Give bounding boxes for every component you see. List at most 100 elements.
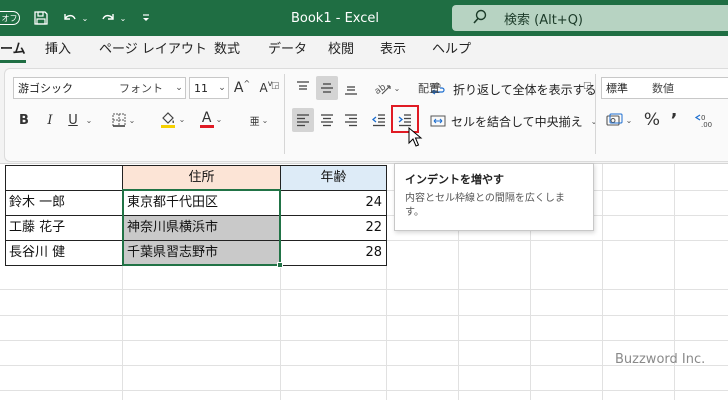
table-border: [5, 165, 387, 166]
header-age[interactable]: 年齢: [281, 165, 386, 190]
table-border: [5, 165, 6, 266]
tab-view[interactable]: 表示: [380, 36, 406, 66]
fill-color-button[interactable]: ⌄: [155, 107, 189, 131]
table-cell[interactable]: 神奈川県横浜市: [123, 215, 280, 240]
autosave-toggle[interactable]: オフ: [0, 0, 20, 36]
middle-align-icon: [321, 83, 333, 93]
underline-button[interactable]: U: [64, 108, 82, 132]
document-title: Book1 - Excel: [290, 10, 380, 26]
grow-font-icon: A: [233, 80, 244, 96]
search-placeholder: 検索 (Alt+Q): [504, 12, 584, 28]
table-border: [386, 165, 387, 266]
chevron-down-icon: ⌄: [218, 83, 226, 93]
orientation-button[interactable]: ab ⌄: [372, 76, 402, 100]
tooltip: インデントを増やす 内容とセル枠線との間隔を広くします。: [394, 163, 594, 231]
chevron-down-icon: ⌄: [175, 83, 183, 93]
align-left-button[interactable]: [292, 108, 314, 132]
font-group-label: フォント: [119, 82, 163, 95]
table-border: [122, 165, 123, 266]
tab-insert[interactable]: 挿入: [45, 36, 71, 66]
undo-dropdown-arrow[interactable]: ⌄: [80, 0, 90, 36]
grow-font-button[interactable]: A ^: [232, 76, 252, 100]
table-cell[interactable]: 千葉県習志野市: [123, 240, 280, 265]
fill-handle[interactable]: [277, 262, 283, 268]
tab-formulas[interactable]: 数式: [214, 36, 240, 66]
bottom-align-button[interactable]: [340, 76, 362, 100]
merge-cells-icon: [430, 113, 446, 129]
align-right-icon: [345, 114, 357, 127]
customize-icon: [143, 14, 149, 21]
tooltip-title: インデントを増やす: [405, 173, 504, 186]
align-center-icon: [321, 114, 333, 127]
table-cell[interactable]: 24: [281, 190, 386, 215]
comma-style-button[interactable]: ’: [666, 108, 682, 132]
underline-dropdown[interactable]: ⌄: [82, 108, 94, 132]
percent-style-button[interactable]: %: [642, 108, 662, 132]
autosave-label: オフ: [0, 11, 20, 25]
chevron-down-icon: ⌄: [625, 115, 633, 125]
header-address[interactable]: 住所: [123, 165, 280, 190]
borders-button[interactable]: ⌄: [108, 108, 138, 132]
table-cell[interactable]: 鈴木 一郎: [5, 190, 122, 215]
alignment-dialog-launcher[interactable]: ◲: [583, 81, 593, 91]
decrease-indent-icon: [371, 114, 385, 127]
tab-help[interactable]: ヘルプ: [432, 36, 471, 66]
tooltip-body: 内容とセル枠線との間隔を広くします。: [405, 193, 565, 218]
tab-home[interactable]: ーム: [0, 36, 26, 66]
undo-icon: [64, 14, 76, 20]
top-align-button[interactable]: [292, 76, 314, 100]
customize-qat-button[interactable]: [138, 0, 154, 36]
fill-bucket-icon: [160, 112, 175, 128]
group-divider: [595, 74, 596, 154]
table-border: [5, 215, 387, 216]
table-cell[interactable]: 工藤 花子: [5, 215, 122, 240]
tab-review[interactable]: 校閲: [328, 36, 354, 66]
borders-icon: [112, 113, 126, 127]
middle-align-button[interactable]: [316, 76, 338, 100]
redo-dropdown-arrow[interactable]: ⌄: [118, 0, 128, 36]
title-bar: オフ ⌄ ⌄ Book1 - Excel 検索 (Alt+Q): [0, 0, 728, 36]
bottom-align-icon: [345, 86, 357, 95]
table-cell[interactable]: 東京都千代田区: [123, 190, 280, 215]
font-size-value: 11: [194, 81, 208, 95]
shrink-font-icon: A: [259, 81, 268, 95]
phonetic-icon: 亜: [249, 116, 260, 128]
top-align-icon: [297, 81, 309, 90]
search-box[interactable]: 検索 (Alt+Q): [452, 5, 728, 31]
save-button[interactable]: [30, 0, 52, 36]
undo-button[interactable]: [60, 0, 80, 36]
font-size-combo[interactable]: 11 ⌄: [189, 77, 229, 99]
watermark: Buzzword Inc.: [615, 352, 706, 367]
redo-button[interactable]: [98, 0, 118, 36]
phonetic-guide-button[interactable]: 亜 ⌄: [246, 108, 272, 132]
redo-icon: [102, 14, 114, 20]
table-border: [5, 265, 387, 266]
table-border: [280, 165, 281, 266]
chevron-down-icon: ⌄: [85, 115, 93, 125]
table-cell[interactable]: 長谷川 健: [5, 240, 122, 265]
table-border: [5, 240, 387, 241]
align-center-button[interactable]: [316, 108, 338, 132]
table-cell[interactable]: 28: [281, 240, 386, 265]
font-color-button[interactable]: A ⌄: [194, 107, 228, 131]
wrap-text-button[interactable]: ab 折り返して全体を表示する: [430, 77, 597, 101]
chevron-down-icon: ⌄: [590, 116, 598, 126]
accounting-format-button[interactable]: ⌄: [602, 108, 636, 132]
chevron-down-icon: ⌄: [261, 115, 269, 125]
merge-center-button[interactable]: セルを結合して中央揃え ⌄: [430, 109, 597, 133]
italic-button[interactable]: I: [40, 108, 60, 132]
table-cell[interactable]: 22: [281, 215, 386, 240]
align-right-button[interactable]: [340, 108, 362, 132]
font-dialog-launcher[interactable]: ◲: [271, 81, 281, 91]
merge-center-label: セルを結合して中央揃え: [451, 114, 583, 129]
font-color-icon: A: [201, 109, 212, 126]
bold-button[interactable]: B: [14, 108, 34, 132]
tab-data[interactable]: データ: [268, 36, 307, 66]
tab-page-layout[interactable]: ページ レイアウト: [99, 36, 207, 66]
decrease-indent-button[interactable]: [368, 108, 390, 132]
increase-decimal-button[interactable]: 0.00: [694, 108, 728, 132]
svg-text:.00: .00: [701, 121, 712, 128]
wrap-text-label: 折り返して全体を表示する: [453, 82, 597, 97]
align-left-icon: [297, 114, 309, 127]
accounting-icon: [606, 113, 623, 126]
